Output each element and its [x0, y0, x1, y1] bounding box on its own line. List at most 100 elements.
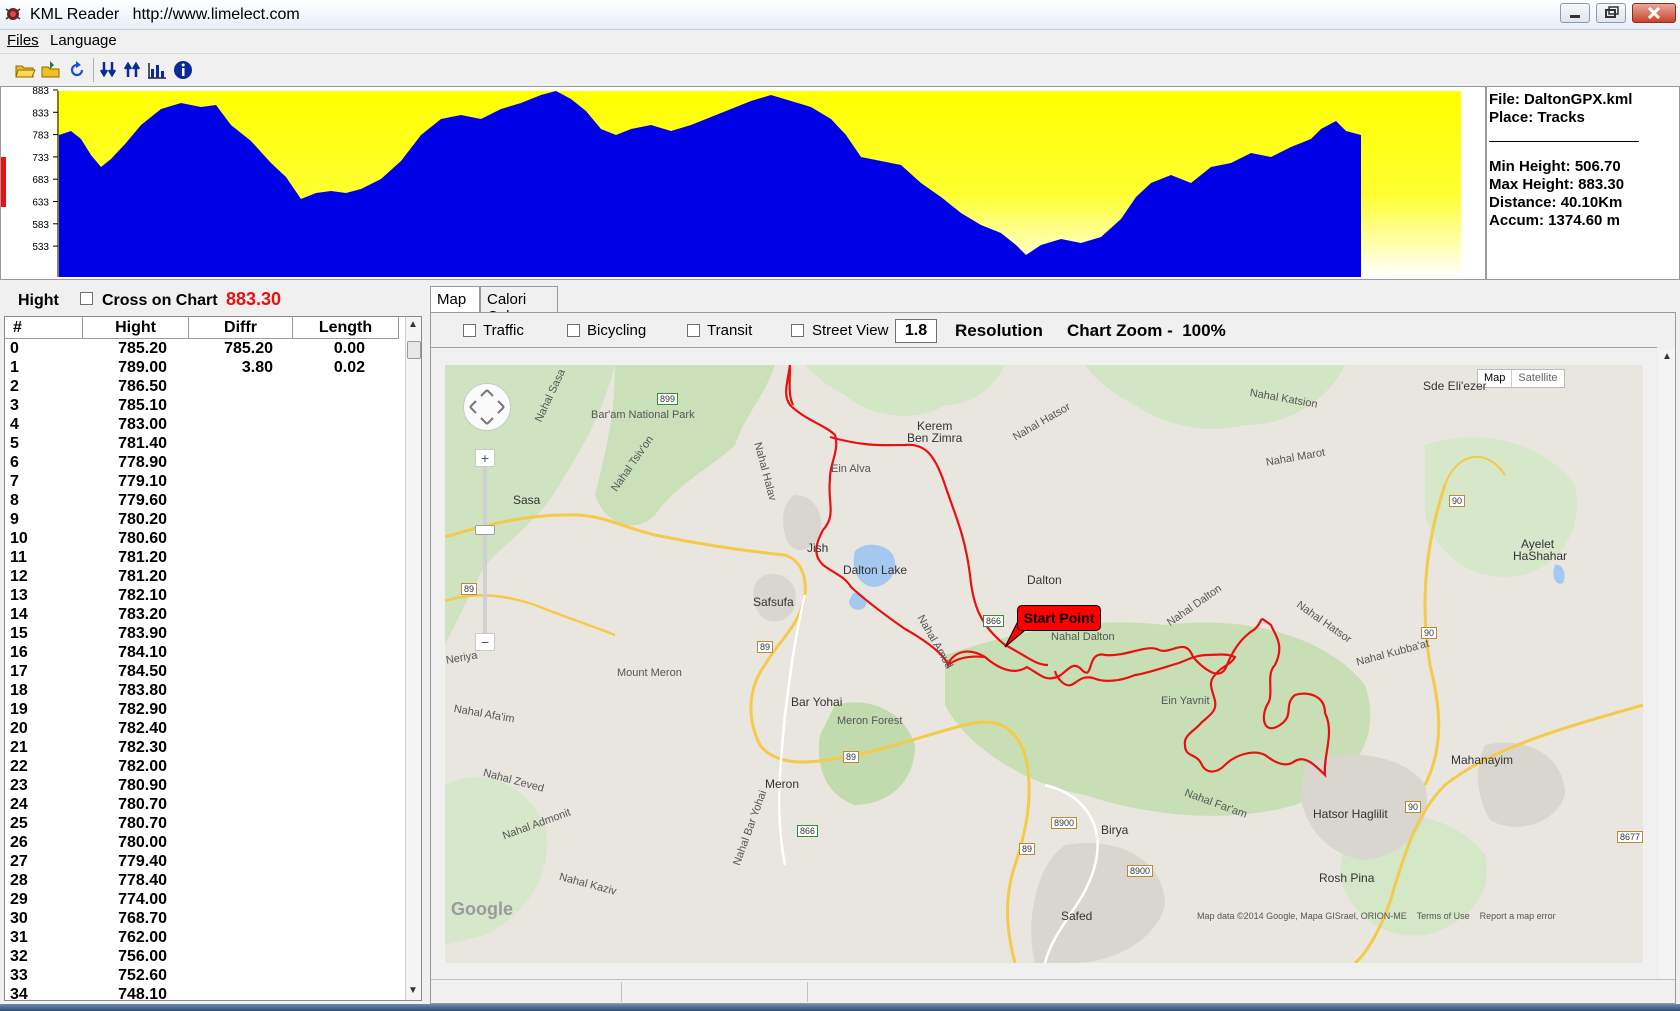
table-row[interactable]: 31 762.00	[5, 929, 405, 948]
arrow-up-icon[interactable]	[122, 59, 144, 81]
y-tick-label: 533	[32, 242, 49, 253]
scroll-down-icon[interactable]: ▼	[408, 985, 418, 996]
table-row[interactable]: 29 774.00	[5, 891, 405, 910]
table-row[interactable]: 1 789.00 3.80 0.02	[5, 359, 405, 378]
cross-on-chart-checkbox[interactable]	[80, 292, 93, 305]
open-kml-icon[interactable]	[40, 59, 62, 81]
row-height: 778.40	[118, 872, 167, 889]
scroll-thumb[interactable]	[407, 341, 421, 359]
height-panel-header: Hight Cross on Chart 883.30	[0, 284, 426, 312]
arrow-down-icon[interactable]	[98, 59, 120, 81]
table-row[interactable]: 24 780.70	[5, 796, 405, 815]
table-row[interactable]: 6 778.90	[5, 454, 405, 473]
row-height: 781.40	[118, 435, 167, 452]
restore-button[interactable]	[1596, 3, 1626, 23]
table-row[interactable]: 17 784.50	[5, 663, 405, 682]
zoom-track[interactable]	[483, 467, 487, 633]
chart-icon[interactable]	[146, 59, 168, 81]
map-options-bar: Traffic Bicycling Transit Street View 1.…	[431, 313, 1675, 347]
table-row[interactable]: 7 779.10	[5, 473, 405, 492]
row-index: 19	[10, 701, 28, 718]
column-header-height[interactable]: Hight	[83, 317, 189, 339]
table-row[interactable]: 8 779.60	[5, 492, 405, 511]
table-row[interactable]: 27 779.40	[5, 853, 405, 872]
zoom-in-button[interactable]: +	[475, 449, 495, 467]
table-row[interactable]: 9 780.20	[5, 511, 405, 530]
table-row[interactable]: 20 782.40	[5, 720, 405, 739]
table-row[interactable]: 22 782.00	[5, 758, 405, 777]
pan-control[interactable]	[463, 383, 511, 431]
table-row[interactable]: 4 783.00	[5, 416, 405, 435]
table-row[interactable]: 13 782.10	[5, 587, 405, 606]
row-height: 780.70	[118, 815, 167, 832]
table-row[interactable]: 16 784.10	[5, 644, 405, 663]
close-button[interactable]	[1632, 3, 1676, 23]
elevation-chart[interactable]: 883 833 783 733 683 633 583 533	[0, 86, 1486, 280]
table-row[interactable]: 21 782.30	[5, 739, 405, 758]
map-view[interactable]: Map Satellite + − Start Point Sde Eli'ez…	[445, 365, 1643, 963]
row-height: 781.20	[118, 568, 167, 585]
row-height: 779.40	[118, 853, 167, 870]
row-height: 779.60	[118, 492, 167, 509]
column-header-index[interactable]: #	[5, 317, 83, 339]
table-row[interactable]: 32 756.00	[5, 948, 405, 967]
map-scrollbar[interactable]: ▲	[1659, 349, 1675, 1003]
table-row[interactable]: 2 786.50	[5, 378, 405, 397]
table-row[interactable]: 10 780.60	[5, 530, 405, 549]
refresh-icon[interactable]	[66, 59, 88, 81]
traffic-checkbox[interactable]	[463, 324, 476, 337]
row-diff: 785.20	[224, 340, 273, 357]
table-row[interactable]: 11 781.20	[5, 549, 405, 568]
table-row[interactable]: 26 780.00	[5, 834, 405, 853]
zoom-out-button[interactable]: −	[475, 633, 495, 651]
table-row[interactable]: 23 780.90	[5, 777, 405, 796]
row-index: 14	[10, 606, 28, 623]
table-scrollbar[interactable]: ▲ ▼	[405, 317, 421, 1000]
y-tick-label: 833	[32, 108, 49, 119]
row-index: 13	[10, 587, 28, 604]
tab-map[interactable]: Map	[430, 286, 480, 314]
map-type-satellite-button[interactable]: Satellite	[1511, 370, 1563, 387]
table-row[interactable]: 33 752.60	[5, 967, 405, 986]
table-row[interactable]: 15 783.90	[5, 625, 405, 644]
table-row[interactable]: 34 748.10	[5, 986, 405, 1000]
pan-arrows-icon	[469, 389, 505, 425]
scroll-up-icon[interactable]: ▲	[408, 319, 418, 330]
row-index: 8	[10, 492, 19, 509]
distance: Distance: 40.10Km	[1489, 194, 1623, 211]
resolution-input[interactable]: 1.8	[895, 319, 937, 343]
status-bar	[431, 979, 1675, 1003]
table-row[interactable]: 5 781.40	[5, 435, 405, 454]
transit-label: Transit	[707, 322, 753, 339]
menu-language[interactable]: Language	[50, 32, 117, 49]
menu-files[interactable]: Files	[7, 32, 39, 49]
table-row[interactable]: 0 785.20 785.20 0.00	[5, 340, 405, 359]
row-index: 33	[10, 967, 28, 984]
table-row[interactable]: 30 768.70	[5, 910, 405, 929]
height-panel-title: Hight	[18, 292, 59, 309]
row-height: 783.00	[118, 416, 167, 433]
table-row[interactable]: 3 785.10	[5, 397, 405, 416]
transit-checkbox[interactable]	[687, 324, 700, 337]
table-row[interactable]: 18 783.80	[5, 682, 405, 701]
map-tab-content: Traffic Bicycling Transit Street View 1.…	[430, 312, 1676, 1004]
open-folder-icon[interactable]	[14, 59, 36, 81]
map-label-baram: Bar'am National Park	[591, 409, 695, 421]
column-header-diff[interactable]: Diffr	[189, 317, 293, 339]
table-row[interactable]: 14 783.20	[5, 606, 405, 625]
table-row[interactable]: 25 780.70	[5, 815, 405, 834]
row-height: 782.10	[118, 587, 167, 604]
bicycling-checkbox[interactable]	[567, 324, 580, 337]
column-header-length[interactable]: Length	[293, 317, 399, 339]
start-point-marker[interactable]: Start Point	[1017, 605, 1101, 631]
street-view-checkbox[interactable]	[791, 324, 804, 337]
height-table[interactable]: # Hight Diffr Length 0 785.20 785.20 0.00 1 7…	[4, 316, 422, 1001]
tab-calori-calc[interactable]: Calori Calc	[480, 286, 558, 325]
info-icon[interactable]	[172, 59, 194, 81]
table-row[interactable]: 12 781.20	[5, 568, 405, 587]
table-row[interactable]: 28 778.40	[5, 872, 405, 891]
zoom-slider-handle[interactable]	[475, 525, 495, 535]
table-row[interactable]: 19 782.90	[5, 701, 405, 720]
minimize-button[interactable]	[1560, 3, 1590, 23]
map-scroll-up-icon[interactable]: ▲	[1662, 351, 1672, 362]
